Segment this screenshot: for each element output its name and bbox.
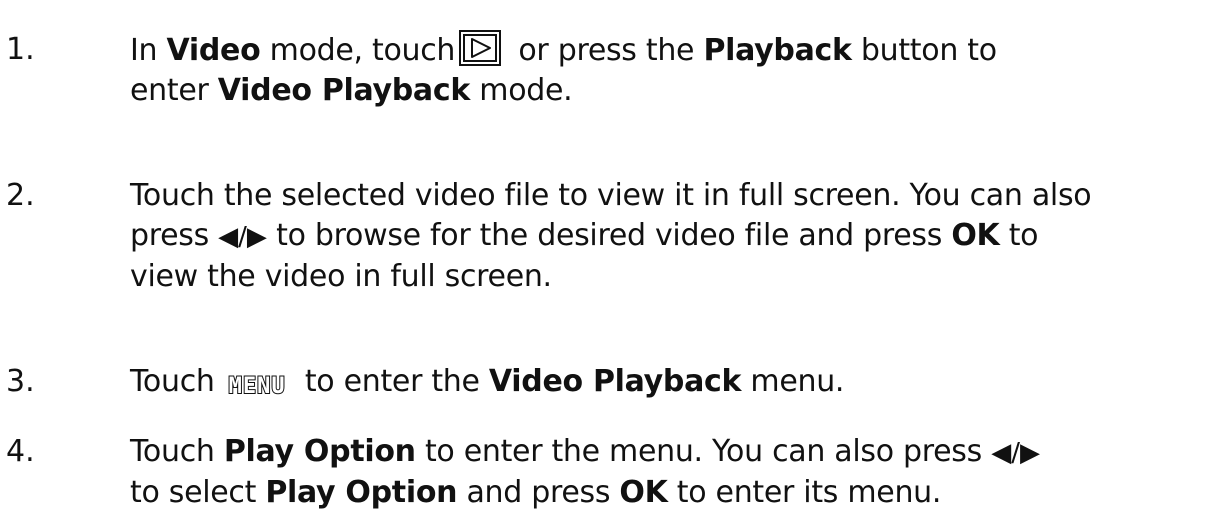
bold-term: Playback: [703, 33, 852, 68]
step-text: Touch the selected video file to view it…: [130, 176, 1220, 297]
text-run: menu.: [741, 364, 845, 399]
text-run: In: [130, 33, 167, 68]
step-number: 4.: [6, 434, 35, 469]
text-run: mode.: [470, 73, 573, 108]
text-run: Touch: [130, 364, 215, 399]
menu-icon: MENU: [228, 373, 286, 400]
bold-term: Video Playback: [217, 73, 471, 108]
bold-term: Video Playback: [488, 364, 742, 399]
step-line: press ◀/▶ to browse for the desired vide…: [130, 216, 1220, 257]
text-run: mode, touch: [260, 33, 456, 68]
bold-term: Play Option: [223, 434, 416, 469]
text-run: and press: [457, 475, 620, 510]
text-run: to enter its menu.: [667, 475, 942, 510]
text-run: to select: [130, 475, 266, 510]
step-line: In Video mode, touch or press the Playba…: [130, 30, 1220, 71]
step-line: enter Video Playback mode.: [130, 71, 1220, 111]
bold-term: Video: [166, 33, 261, 68]
text-run: to: [999, 218, 1039, 253]
step-line: view the video in full screen.: [130, 257, 1220, 297]
step-number: 3.: [6, 364, 35, 399]
instruction-document: 1. In Video mode, touch or press the Pla…: [0, 0, 1225, 510]
step-line: Touch Play Option to enter the menu. You…: [130, 432, 1220, 473]
bold-term: OK: [619, 475, 668, 510]
step-number: 2.: [6, 178, 35, 213]
text-run: to enter the menu. You can also press: [415, 434, 992, 469]
text-run: Touch: [130, 434, 224, 469]
step-text: Touch Play Option to enter the menu. You…: [130, 432, 1220, 513]
left-right-arrows-icon: ◀/▶: [218, 222, 267, 252]
text-run: press: [130, 218, 219, 253]
text-run: button to: [851, 33, 997, 68]
left-right-arrows-icon: ◀/▶: [991, 438, 1040, 468]
text-run: or press the: [509, 33, 704, 68]
step-text: Touch MENU to enter the Video Playback me…: [130, 362, 1220, 402]
text-run: view the video in full screen.: [130, 259, 552, 294]
playback-icon: [459, 30, 502, 66]
step-number: 1.: [6, 32, 35, 67]
bold-term: Play Option: [265, 475, 458, 510]
step-line: Touch the selected video file to view it…: [130, 176, 1220, 216]
text-run: to browse for the desired video file and…: [266, 218, 952, 253]
text-run: to enter the: [295, 364, 489, 399]
step-line: Touch MENU to enter the Video Playback me…: [130, 362, 1220, 402]
step-line: to select Play Option and press OK to en…: [130, 473, 1220, 513]
step-text: In Video mode, touch or press the Playba…: [130, 30, 1220, 111]
text-run: Touch the selected video file to view it…: [130, 178, 1092, 213]
text-run: enter: [130, 73, 218, 108]
bold-term: OK: [951, 218, 1000, 253]
